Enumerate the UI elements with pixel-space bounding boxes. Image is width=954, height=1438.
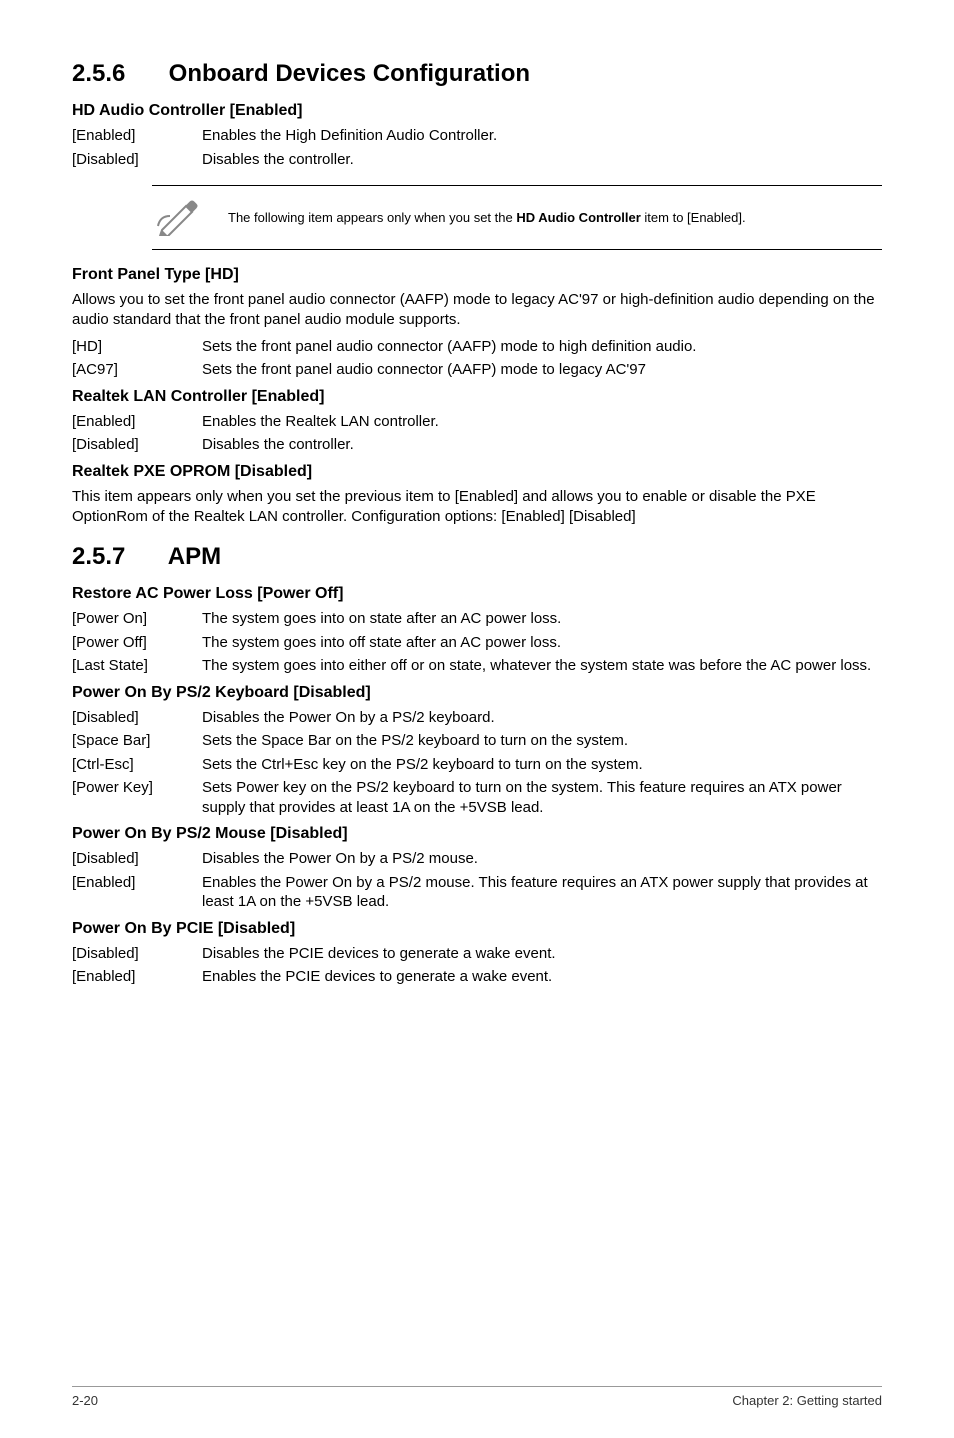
pencil-icon	[156, 194, 200, 241]
config-row: [Enabled] Enables the Power On by a PS/2…	[72, 873, 882, 912]
page-footer: 2-20 Chapter 2: Getting started	[72, 1386, 882, 1408]
option-desc: The system goes into on state after an A…	[202, 609, 882, 629]
option-label: [Last State]	[72, 656, 202, 676]
option-desc: Sets the Ctrl+Esc key on the PS/2 keyboa…	[202, 755, 882, 775]
config-row: [Enabled] Enables the PCIE devices to ge…	[72, 967, 882, 987]
option-label: [Power Key]	[72, 778, 202, 817]
section-title: Onboard Devices Configuration	[169, 60, 530, 87]
option-label: [Enabled]	[72, 873, 202, 912]
ps2-mouse-heading: Power On By PS/2 Mouse [Disabled]	[72, 825, 882, 843]
config-row: [Last State] The system goes into either…	[72, 656, 882, 676]
option-label: [Enabled]	[72, 412, 202, 432]
page-number: 2-20	[72, 1393, 98, 1408]
option-label: [HD]	[72, 337, 202, 357]
option-desc: The system goes into off state after an …	[202, 633, 882, 653]
option-desc: Disables the PCIE devices to generate a …	[202, 944, 882, 964]
section-heading-256: 2.5.6 Onboard Devices Configuration	[72, 60, 882, 88]
realtek-pxe-heading: Realtek PXE OPROM [Disabled]	[72, 463, 882, 481]
pcie-heading: Power On By PCIE [Disabled]	[72, 920, 882, 938]
option-desc: Enables the Power On by a PS/2 mouse. Th…	[202, 873, 882, 912]
ps2-keyboard-heading: Power On By PS/2 Keyboard [Disabled]	[72, 684, 882, 702]
option-desc: Sets the Space Bar on the PS/2 keyboard …	[202, 731, 882, 751]
note-text: The following item appears only when you…	[228, 210, 746, 225]
option-label: [Enabled]	[72, 126, 202, 146]
option-desc: Sets the front panel audio connector (AA…	[202, 360, 882, 380]
option-desc: The system goes into either off or on st…	[202, 656, 882, 676]
config-row: [Disabled] Disables the controller.	[72, 435, 882, 455]
note-suffix: item to [Enabled].	[641, 210, 746, 225]
section-title: APM	[168, 543, 221, 570]
option-label: [Power Off]	[72, 633, 202, 653]
config-row: [Space Bar] Sets the Space Bar on the PS…	[72, 731, 882, 751]
config-row: [HD] Sets the front panel audio connecto…	[72, 337, 882, 357]
section-number: 2.5.6	[72, 60, 162, 88]
option-label: [Disabled]	[72, 849, 202, 869]
option-label: [Disabled]	[72, 150, 202, 170]
note-prefix: The following item appears only when you…	[228, 210, 516, 225]
config-row: [Disabled] Disables the Power On by a PS…	[72, 708, 882, 728]
option-desc: Enables the Realtek LAN controller.	[202, 412, 882, 432]
config-row: [Disabled] Disables the PCIE devices to …	[72, 944, 882, 964]
config-row: [Ctrl-Esc] Sets the Ctrl+Esc key on the …	[72, 755, 882, 775]
section-number: 2.5.7	[72, 543, 162, 571]
config-row: [AC97] Sets the front panel audio connec…	[72, 360, 882, 380]
option-label: [Disabled]	[72, 944, 202, 964]
config-row: [Power Key] Sets Power key on the PS/2 k…	[72, 778, 882, 817]
option-label: [Enabled]	[72, 967, 202, 987]
note-block: The following item appears only when you…	[152, 185, 882, 250]
realtek-lan-heading: Realtek LAN Controller [Enabled]	[72, 388, 882, 406]
hd-audio-heading: HD Audio Controller [Enabled]	[72, 102, 882, 120]
option-label: [Disabled]	[72, 435, 202, 455]
option-desc: Sets the front panel audio connector (AA…	[202, 337, 882, 357]
option-desc: Enables the High Definition Audio Contro…	[202, 126, 882, 146]
front-panel-heading: Front Panel Type [HD]	[72, 266, 882, 284]
front-panel-intro: Allows you to set the front panel audio …	[72, 290, 882, 331]
chapter-label: Chapter 2: Getting started	[732, 1393, 882, 1408]
option-label: [Disabled]	[72, 708, 202, 728]
option-label: [Space Bar]	[72, 731, 202, 751]
option-desc: Disables the controller.	[202, 150, 882, 170]
restore-ac-heading: Restore AC Power Loss [Power Off]	[72, 585, 882, 603]
config-row: [Power On] The system goes into on state…	[72, 609, 882, 629]
option-desc: Disables the Power On by a PS/2 keyboard…	[202, 708, 882, 728]
option-label: [AC97]	[72, 360, 202, 380]
option-label: [Power On]	[72, 609, 202, 629]
realtek-pxe-body: This item appears only when you set the …	[72, 487, 882, 528]
config-row: [Disabled] Disables the controller.	[72, 150, 882, 170]
config-row: [Enabled] Enables the Realtek LAN contro…	[72, 412, 882, 432]
option-desc: Enables the PCIE devices to generate a w…	[202, 967, 882, 987]
config-row: [Power Off] The system goes into off sta…	[72, 633, 882, 653]
note-bold: HD Audio Controller	[516, 210, 640, 225]
section-heading-257: 2.5.7 APM	[72, 543, 882, 571]
config-row: [Disabled] Disables the Power On by a PS…	[72, 849, 882, 869]
option-desc: Disables the controller.	[202, 435, 882, 455]
option-desc: Sets Power key on the PS/2 keyboard to t…	[202, 778, 882, 817]
config-row: [Enabled] Enables the High Definition Au…	[72, 126, 882, 146]
option-desc: Disables the Power On by a PS/2 mouse.	[202, 849, 882, 869]
option-label: [Ctrl-Esc]	[72, 755, 202, 775]
